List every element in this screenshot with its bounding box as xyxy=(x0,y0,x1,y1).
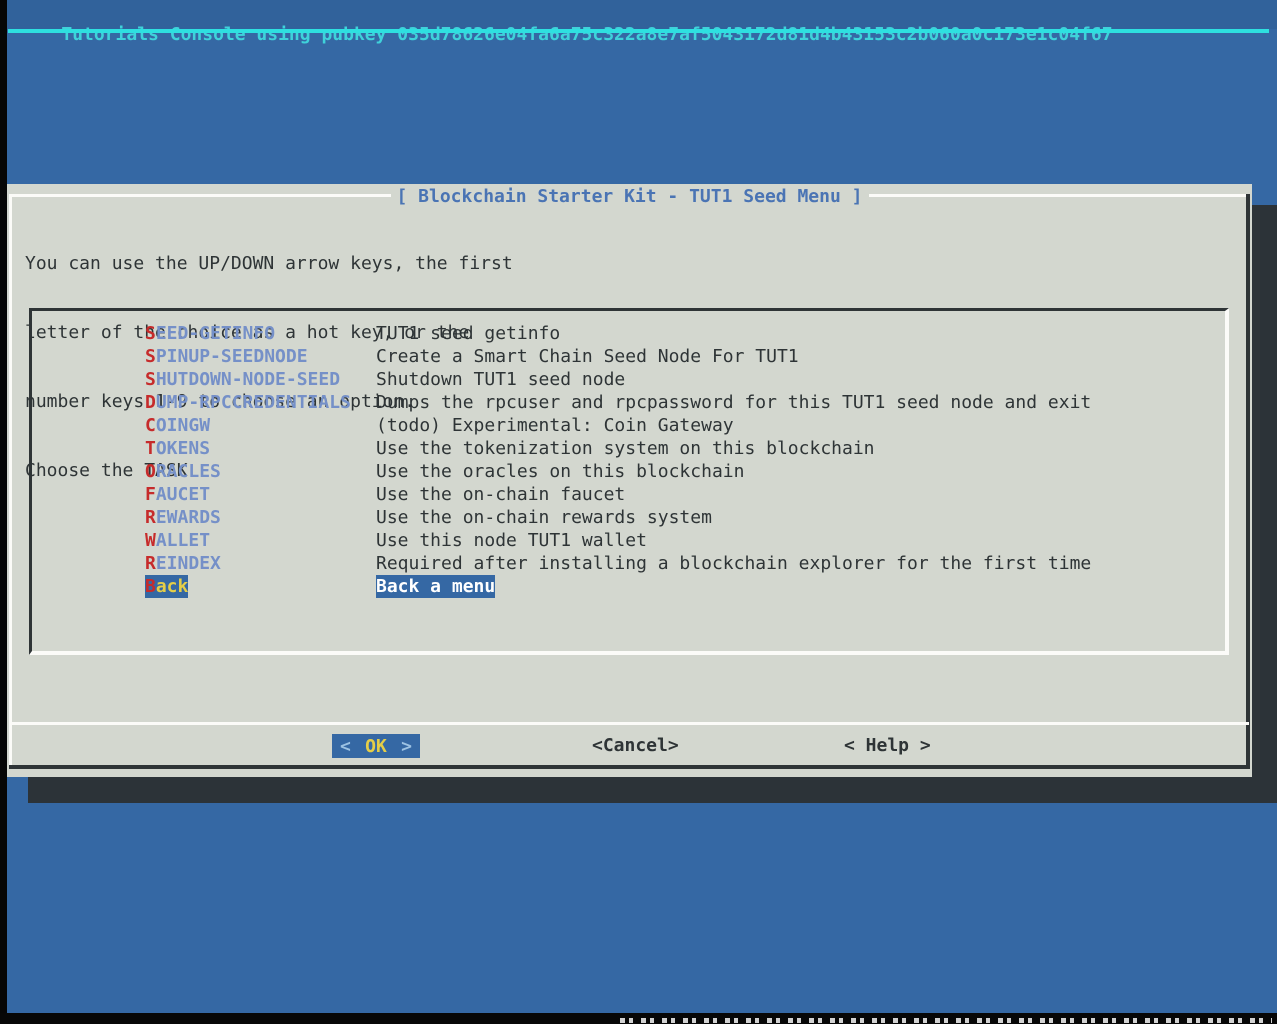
menu-item-name[interactable]: REINDEX xyxy=(145,552,221,575)
menu-item-name[interactable]: FAUCET xyxy=(145,483,210,506)
menu-item-name-rest: RACLES xyxy=(156,461,221,482)
menu-item-hotkey: D xyxy=(145,392,156,413)
menu-item-row[interactable]: DUMP-RPCCREDENTIALS Dumps the rpcuser an… xyxy=(32,391,1225,414)
menu-item-description[interactable]: (todo) Experimental: Coin Gateway xyxy=(376,414,734,437)
menu-item-description[interactable]: TUT1 seed getinfo xyxy=(376,322,560,345)
menu-item-row[interactable]: WALLET Use this node TUT1 wallet xyxy=(32,529,1225,552)
menu-item-hotkey: O xyxy=(145,461,156,482)
dialog-shadow-right xyxy=(1252,205,1277,803)
menu-item-row[interactable]: SHUTDOWN-NODE-SEED Shutdown TUT1 seed no… xyxy=(32,368,1225,391)
terminal-left-margin xyxy=(0,0,7,1024)
menu-item-name-rest: AUCET xyxy=(156,484,210,505)
menu-item-description[interactable]: Required after installing a blockchain e… xyxy=(376,552,1091,575)
menu-rows: SEED-GETINFO TUT1 seed getinfo SPINUP-SE… xyxy=(32,322,1225,598)
menu-item-name[interactable]: COINGW xyxy=(145,414,210,437)
ok-left-bracket: < xyxy=(340,735,351,758)
menu-item-description[interactable]: Back a menu xyxy=(376,575,495,598)
menu-item-name-rest: UMP-RPCCREDENTIALS xyxy=(156,392,351,413)
terminal-screen: Tutorials Console using pubkey 035d78626… xyxy=(0,0,1277,1024)
menu-item-description[interactable]: Use the on-chain faucet xyxy=(376,483,625,506)
menu-item-name-rest: PINUP-SEEDNODE xyxy=(156,346,308,367)
menu-dialog: [ Blockchain Starter Kit - TUT1 Seed Men… xyxy=(7,184,1252,777)
menu-item-row[interactable]: FAUCET Use the on-chain faucet xyxy=(32,483,1225,506)
menu-item-row[interactable]: ORACLES Use the oracles on this blockcha… xyxy=(32,460,1225,483)
instruction-line: You can use the UP/DOWN arrow keys, the … xyxy=(25,252,513,275)
menu-item-name[interactable]: Back xyxy=(145,575,188,598)
menu-item-hotkey: C xyxy=(145,415,156,436)
dialog-border-right xyxy=(1246,194,1250,768)
terminal-title-bar: Tutorials Console using pubkey 035d78626… xyxy=(7,0,1277,29)
menu-item-row[interactable]: COINGW (todo) Experimental: Coin Gateway xyxy=(32,414,1225,437)
menu-item-hotkey: S xyxy=(145,369,156,390)
menu-item-name-rest: OINGW xyxy=(156,415,210,436)
dialog-title-text: [ Blockchain Starter Kit - TUT1 Seed Men… xyxy=(391,186,869,207)
menu-item-name-rest: EED-GETINFO xyxy=(156,323,275,344)
menu-item-name[interactable]: WALLET xyxy=(145,529,210,552)
menu-item-row[interactable]: SPINUP-SEEDNODE Create a Smart Chain See… xyxy=(32,345,1225,368)
dialog-border-left xyxy=(9,194,12,768)
menu-item-row[interactable]: Back Back a menu xyxy=(32,575,1225,598)
menu-item-description[interactable]: Use the on-chain rewards system xyxy=(376,506,712,529)
menu-item-row[interactable]: REINDEX Required after installing a bloc… xyxy=(32,552,1225,575)
menu-item-name-rest: ALLET xyxy=(156,530,210,551)
menu-item-name-rest: HUTDOWN-NODE-SEED xyxy=(156,369,340,390)
help-button[interactable]: < Help > xyxy=(844,734,931,758)
menu-item-hotkey: T xyxy=(145,438,156,459)
menu-item-name[interactable]: TOKENS xyxy=(145,437,210,460)
menu-item-description[interactable]: Create a Smart Chain Seed Node For TUT1 xyxy=(376,345,799,368)
menu-item-name-rest: EWARDS xyxy=(156,507,221,528)
menu-item-row[interactable]: TOKENS Use the tokenization system on th… xyxy=(32,437,1225,460)
menu-item-description[interactable]: Use the tokenization system on this bloc… xyxy=(376,437,875,460)
menu-item-hotkey: F xyxy=(145,484,156,505)
ok-right-bracket: > xyxy=(401,735,412,758)
menu-list-box: SEED-GETINFO TUT1 seed getinfo SPINUP-SE… xyxy=(29,308,1229,655)
menu-item-hotkey: R xyxy=(145,507,156,528)
status-bar-truncated-text xyxy=(620,1018,1272,1023)
menu-item-description[interactable]: Use this node TUT1 wallet xyxy=(376,529,647,552)
menu-item-name[interactable]: SEED-GETINFO xyxy=(145,322,275,345)
dialog-shadow-bottom xyxy=(28,777,1277,803)
menu-item-row[interactable]: REWARDS Use the on-chain rewards system xyxy=(32,506,1225,529)
cancel-button[interactable]: <Cancel> xyxy=(592,734,679,758)
menu-item-hotkey: S xyxy=(145,323,156,344)
menu-item-description[interactable]: Shutdown TUT1 seed node xyxy=(376,368,625,391)
menu-item-description[interactable]: Dumps the rpcuser and rpcpassword for th… xyxy=(376,391,1091,414)
menu-item-name[interactable]: SPINUP-SEEDNODE xyxy=(145,345,308,368)
menu-item-hotkey: R xyxy=(145,553,156,574)
menu-item-description[interactable]: Use the oracles on this blockchain xyxy=(376,460,744,483)
ok-button-label: OK xyxy=(365,735,387,758)
menu-item-hotkey: B xyxy=(145,576,156,597)
menu-item-name[interactable]: DUMP-RPCCREDENTIALS xyxy=(145,391,351,414)
ok-button[interactable]: < OK > xyxy=(332,734,420,758)
title-underline-rule xyxy=(8,29,1269,33)
menu-item-name-rest: EINDEX xyxy=(156,553,221,574)
menu-item-name[interactable]: ORACLES xyxy=(145,460,221,483)
dialog-title: [ Blockchain Starter Kit - TUT1 Seed Men… xyxy=(7,185,1252,208)
menu-item-name-rest: ack xyxy=(156,576,189,597)
menu-item-name[interactable]: REWARDS xyxy=(145,506,221,529)
menu-item-hotkey: S xyxy=(145,346,156,367)
menu-item-name[interactable]: SHUTDOWN-NODE-SEED xyxy=(145,368,340,391)
button-separator-rule xyxy=(11,722,1249,725)
dialog-border-bottom xyxy=(9,765,1250,769)
status-bar xyxy=(0,1013,1277,1024)
menu-item-name-rest: OKENS xyxy=(156,438,210,459)
menu-item-hotkey: W xyxy=(145,530,156,551)
menu-item-row[interactable]: SEED-GETINFO TUT1 seed getinfo xyxy=(32,322,1225,345)
terminal-title-text: Tutorials Console using pubkey 035d78626… xyxy=(61,24,1112,45)
